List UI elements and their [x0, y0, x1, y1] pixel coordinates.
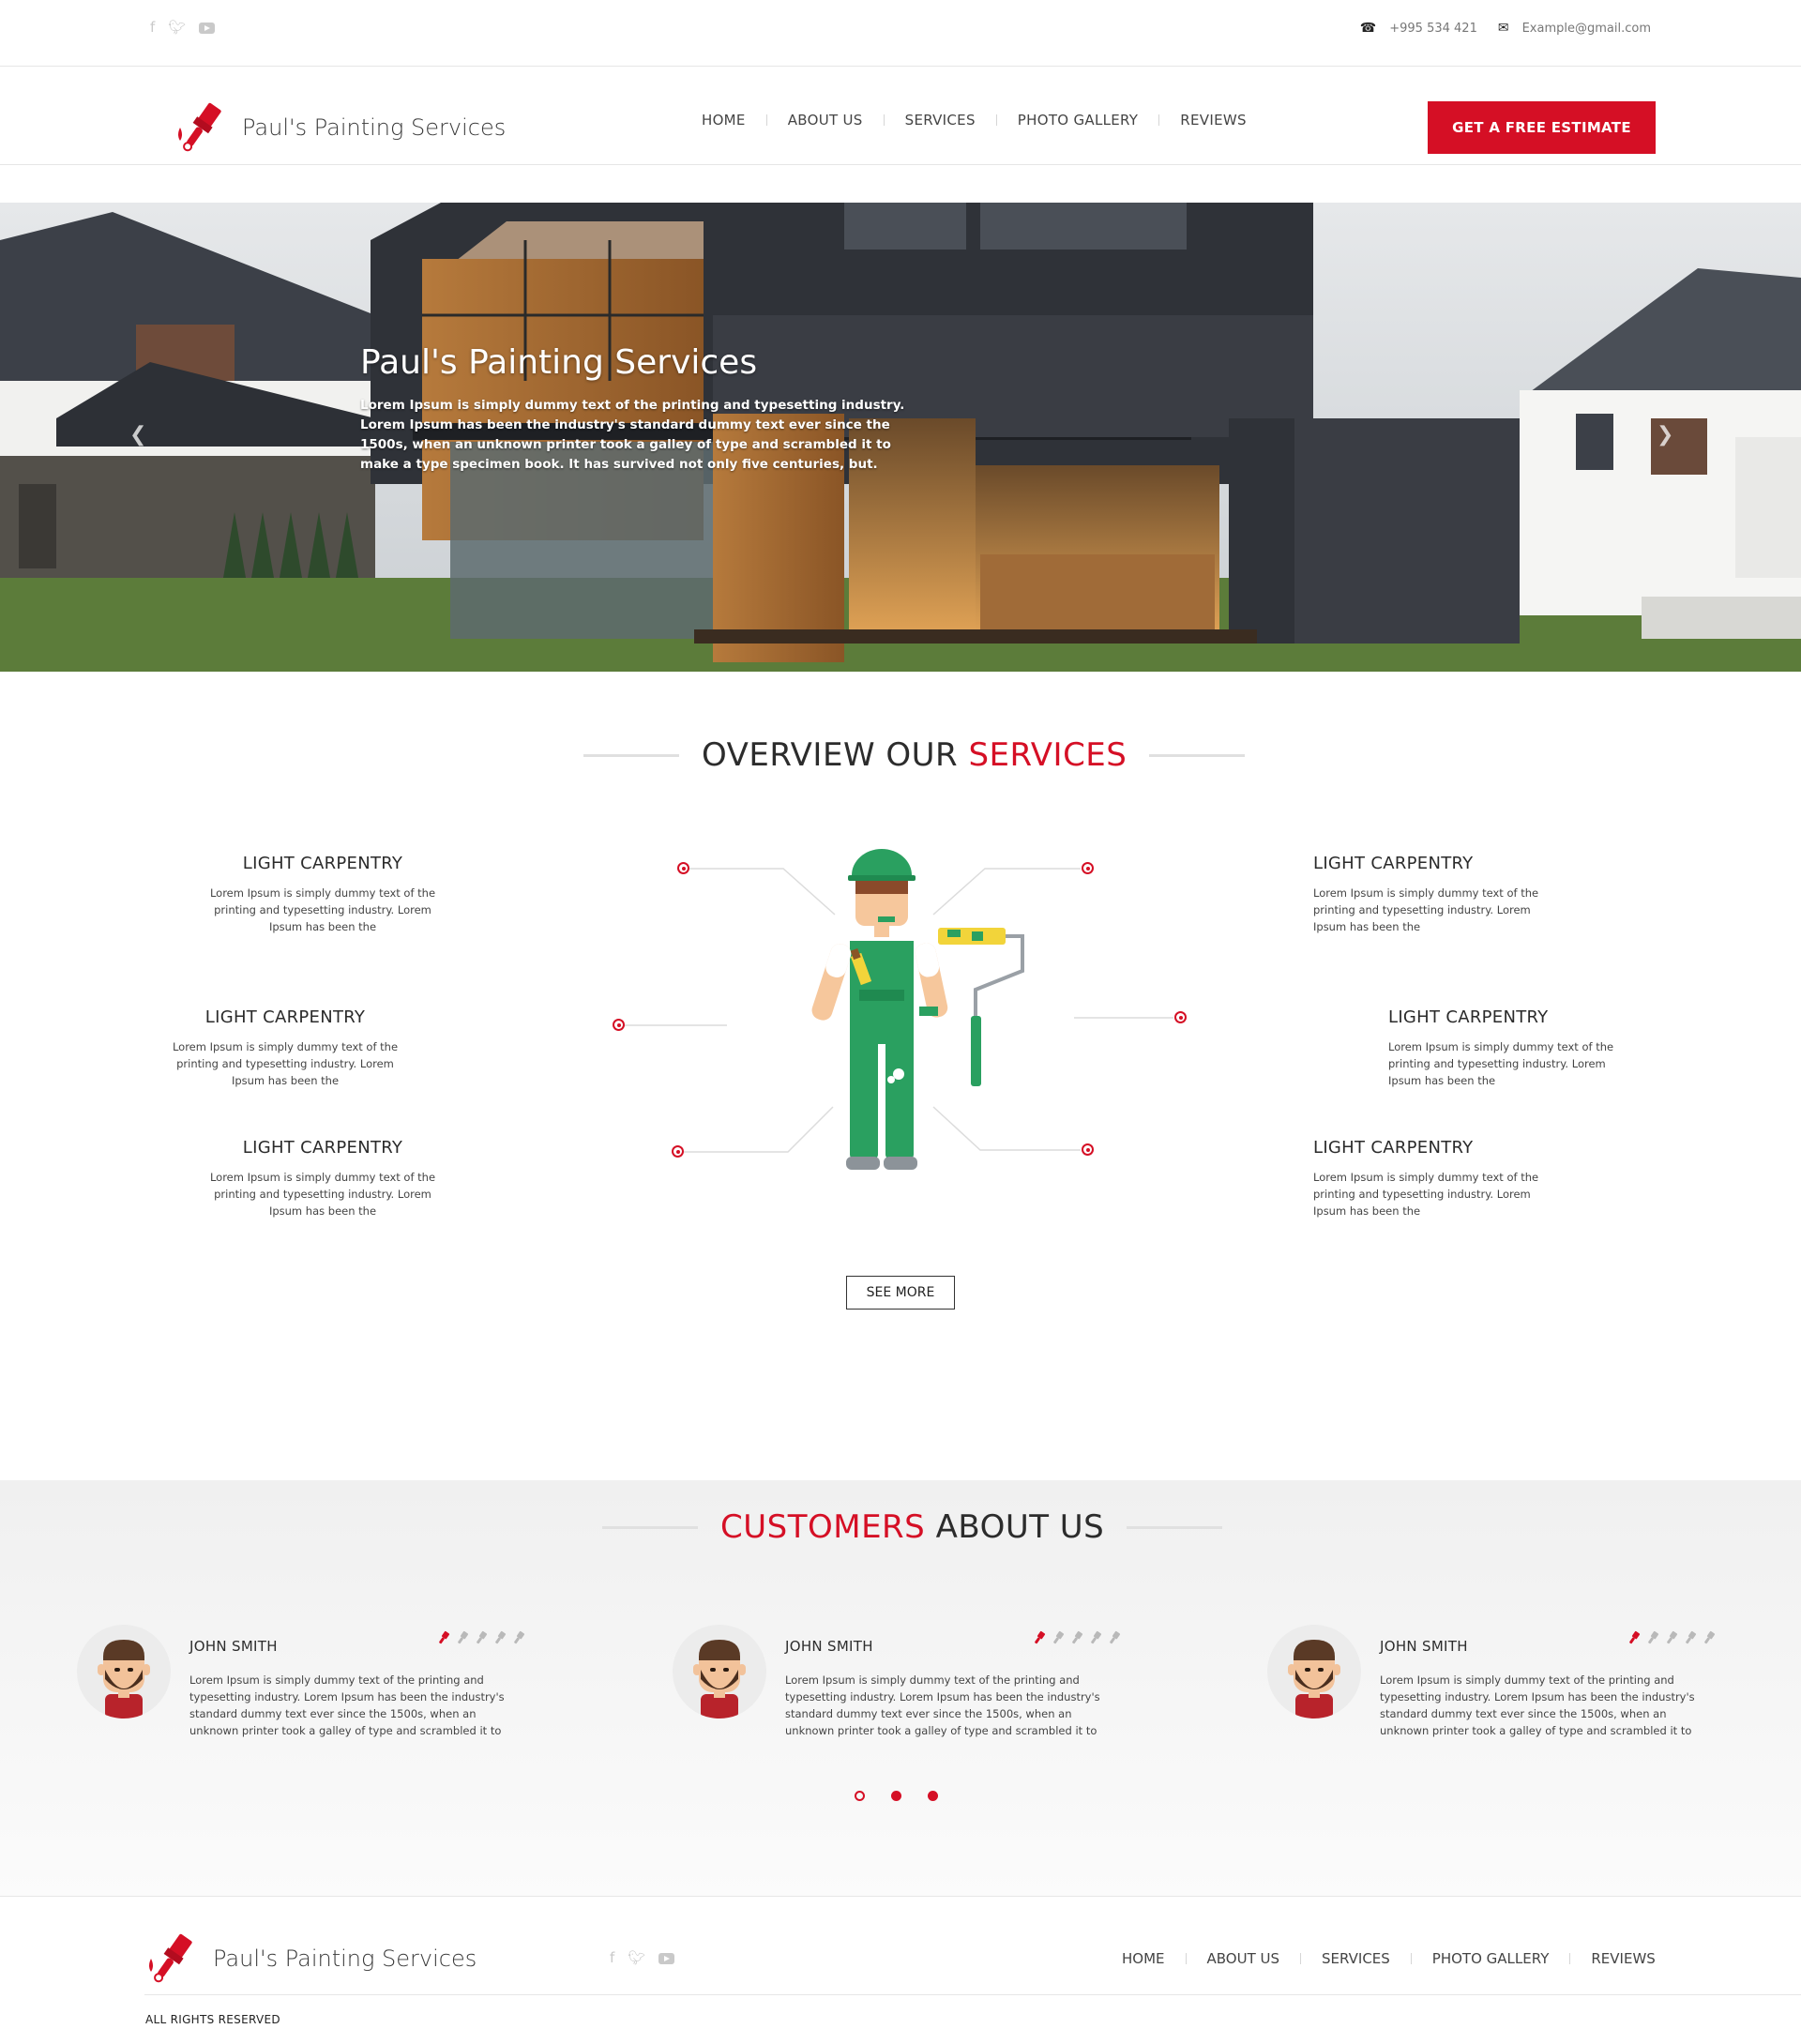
heading-line [1127, 1525, 1223, 1529]
man-avatar-icon [693, 1640, 746, 1718]
avatar [673, 1625, 766, 1718]
rating-brush-empty-icon [1110, 1630, 1121, 1644]
service-title: LIGHT CARPENTRY [1313, 1138, 1474, 1158]
rating-brush-empty-icon [1704, 1630, 1716, 1644]
rating-brush-filled-icon [1035, 1630, 1046, 1644]
footer-nav: HOME ABOUT US SERVICES PHOTO GALLERY REV… [1122, 1950, 1656, 1967]
service-title: LIGHT CARPENTRY [242, 1138, 403, 1158]
footer-nav-reviews[interactable]: REVIEWS [1591, 1950, 1655, 1967]
pager-dot[interactable] [855, 1791, 865, 1801]
service-text: Lorem Ipsum is simply dummy text of the … [209, 886, 436, 933]
man-avatar-icon [98, 1640, 150, 1718]
service-item: LIGHT CARPENTRY Lorem Ipsum is simply du… [1313, 854, 1557, 935]
review-text: Lorem Ipsum is simply dummy text of the … [785, 1673, 1100, 1737]
pager-dot[interactable] [891, 1791, 901, 1801]
service-item: LIGHT CARPENTRY Lorem Ipsum is simply du… [163, 1007, 407, 1089]
service-marker-icon [1082, 862, 1094, 874]
footer-social-links: f 🐦︎ [610, 1951, 675, 1965]
rating-brush-filled-icon [439, 1630, 450, 1644]
rating-brush-empty-icon [1648, 1630, 1659, 1644]
avatar [1267, 1625, 1361, 1718]
footer: Paul's Painting Services f 🐦︎ HOME ABOUT… [0, 1896, 1801, 2044]
paint-brush-logo-icon [149, 1933, 192, 1983]
customers-heading: CUSTOMERS ABOUT US [602, 1508, 1223, 1546]
customers-title-part2: ABOUT US [935, 1508, 1105, 1546]
footer-nav-about-us[interactable]: ABOUT US [1207, 1950, 1280, 1967]
rating-brush-empty-icon [1091, 1630, 1102, 1644]
rating-brush-empty-icon [514, 1630, 525, 1644]
reviewer-name: JOHN SMITH [189, 1638, 278, 1655]
rating-brush-filled-icon [1629, 1630, 1641, 1644]
reviewer-name: JOHN SMITH [785, 1638, 873, 1655]
footer-nav-photo-gallery[interactable]: PHOTO GALLERY [1432, 1950, 1550, 1967]
service-text: Lorem Ipsum is simply dummy text of the … [1313, 1171, 1539, 1218]
man-avatar-icon [1288, 1640, 1340, 1718]
customers-title: CUSTOMERS ABOUT US [720, 1508, 1104, 1546]
service-marker-icon [672, 1145, 684, 1158]
reviewer-name: JOHN SMITH [1380, 1638, 1468, 1655]
copyright-text: ALL RIGHTS RESERVED [145, 2013, 280, 2026]
rating-stars [1627, 1630, 1717, 1645]
rating-brush-empty-icon [1667, 1630, 1678, 1644]
service-item: LIGHT CARPENTRY Lorem Ipsum is simply du… [1388, 1007, 1632, 1089]
footer-brand-logo[interactable]: Paul's Painting Services [145, 1930, 477, 1987]
rating-brush-empty-icon [458, 1630, 469, 1644]
service-marker-icon [1082, 1143, 1094, 1156]
service-text: Lorem Ipsum is simply dummy text of the … [172, 1040, 399, 1087]
nav-separator [1300, 1953, 1302, 1964]
service-title: LIGHT CARPENTRY [242, 854, 403, 873]
footer-divider [144, 1994, 1801, 1995]
customers-title-part1: CUSTOMERS [720, 1508, 926, 1546]
service-item: LIGHT CARPENTRY Lorem Ipsum is simply du… [1313, 1138, 1557, 1219]
service-text: Lorem Ipsum is simply dummy text of the … [209, 1171, 436, 1218]
facebook-icon[interactable]: f [610, 1951, 614, 1965]
service-title: LIGHT CARPENTRY [1313, 854, 1474, 873]
footer-brand-name: Paul's Painting Services [213, 1946, 477, 1972]
service-marker-icon [613, 1019, 625, 1031]
rating-brush-empty-icon [1053, 1630, 1065, 1644]
service-marker-icon [677, 862, 689, 874]
service-text: Lorem Ipsum is simply dummy text of the … [1313, 886, 1539, 933]
heading-line [602, 1525, 698, 1529]
service-item: LIGHT CARPENTRY Lorem Ipsum is simply du… [201, 1138, 445, 1219]
rating-brush-empty-icon [1686, 1630, 1697, 1644]
service-title: LIGHT CARPENTRY [204, 1007, 366, 1027]
rating-brush-empty-icon [477, 1630, 488, 1644]
rating-stars [1032, 1630, 1122, 1645]
rating-stars [436, 1630, 526, 1645]
twitter-icon[interactable]: 🐦︎ [628, 1951, 645, 1965]
painter-illustration [811, 849, 1024, 1170]
rating-brush-empty-icon [1072, 1630, 1083, 1644]
page: f 🐦︎ ☎ +995 534 421 ✉ Example@gmail.com … [0, 0, 1801, 2044]
nav-separator [1410, 1953, 1412, 1964]
service-text: Lorem Ipsum is simply dummy text of the … [1388, 1040, 1614, 1087]
review-text: Lorem Ipsum is simply dummy text of the … [1380, 1673, 1695, 1737]
nav-separator [1185, 1953, 1187, 1964]
pager-dot[interactable] [928, 1791, 938, 1801]
rating-brush-empty-icon [495, 1630, 507, 1644]
nav-separator [1569, 1953, 1571, 1964]
footer-nav-services[interactable]: SERVICES [1322, 1950, 1390, 1967]
see-more-button[interactable]: SEE MORE [846, 1276, 955, 1310]
avatar [77, 1625, 171, 1718]
service-title: LIGHT CARPENTRY [1388, 1007, 1549, 1027]
review-text: Lorem Ipsum is simply dummy text of the … [189, 1673, 505, 1737]
service-marker-icon [1174, 1011, 1187, 1023]
service-item: LIGHT CARPENTRY Lorem Ipsum is simply du… [201, 854, 445, 935]
testimonial-pager [855, 1791, 938, 1801]
youtube-icon[interactable] [658, 1952, 675, 1964]
footer-nav-home[interactable]: HOME [1122, 1950, 1165, 1967]
